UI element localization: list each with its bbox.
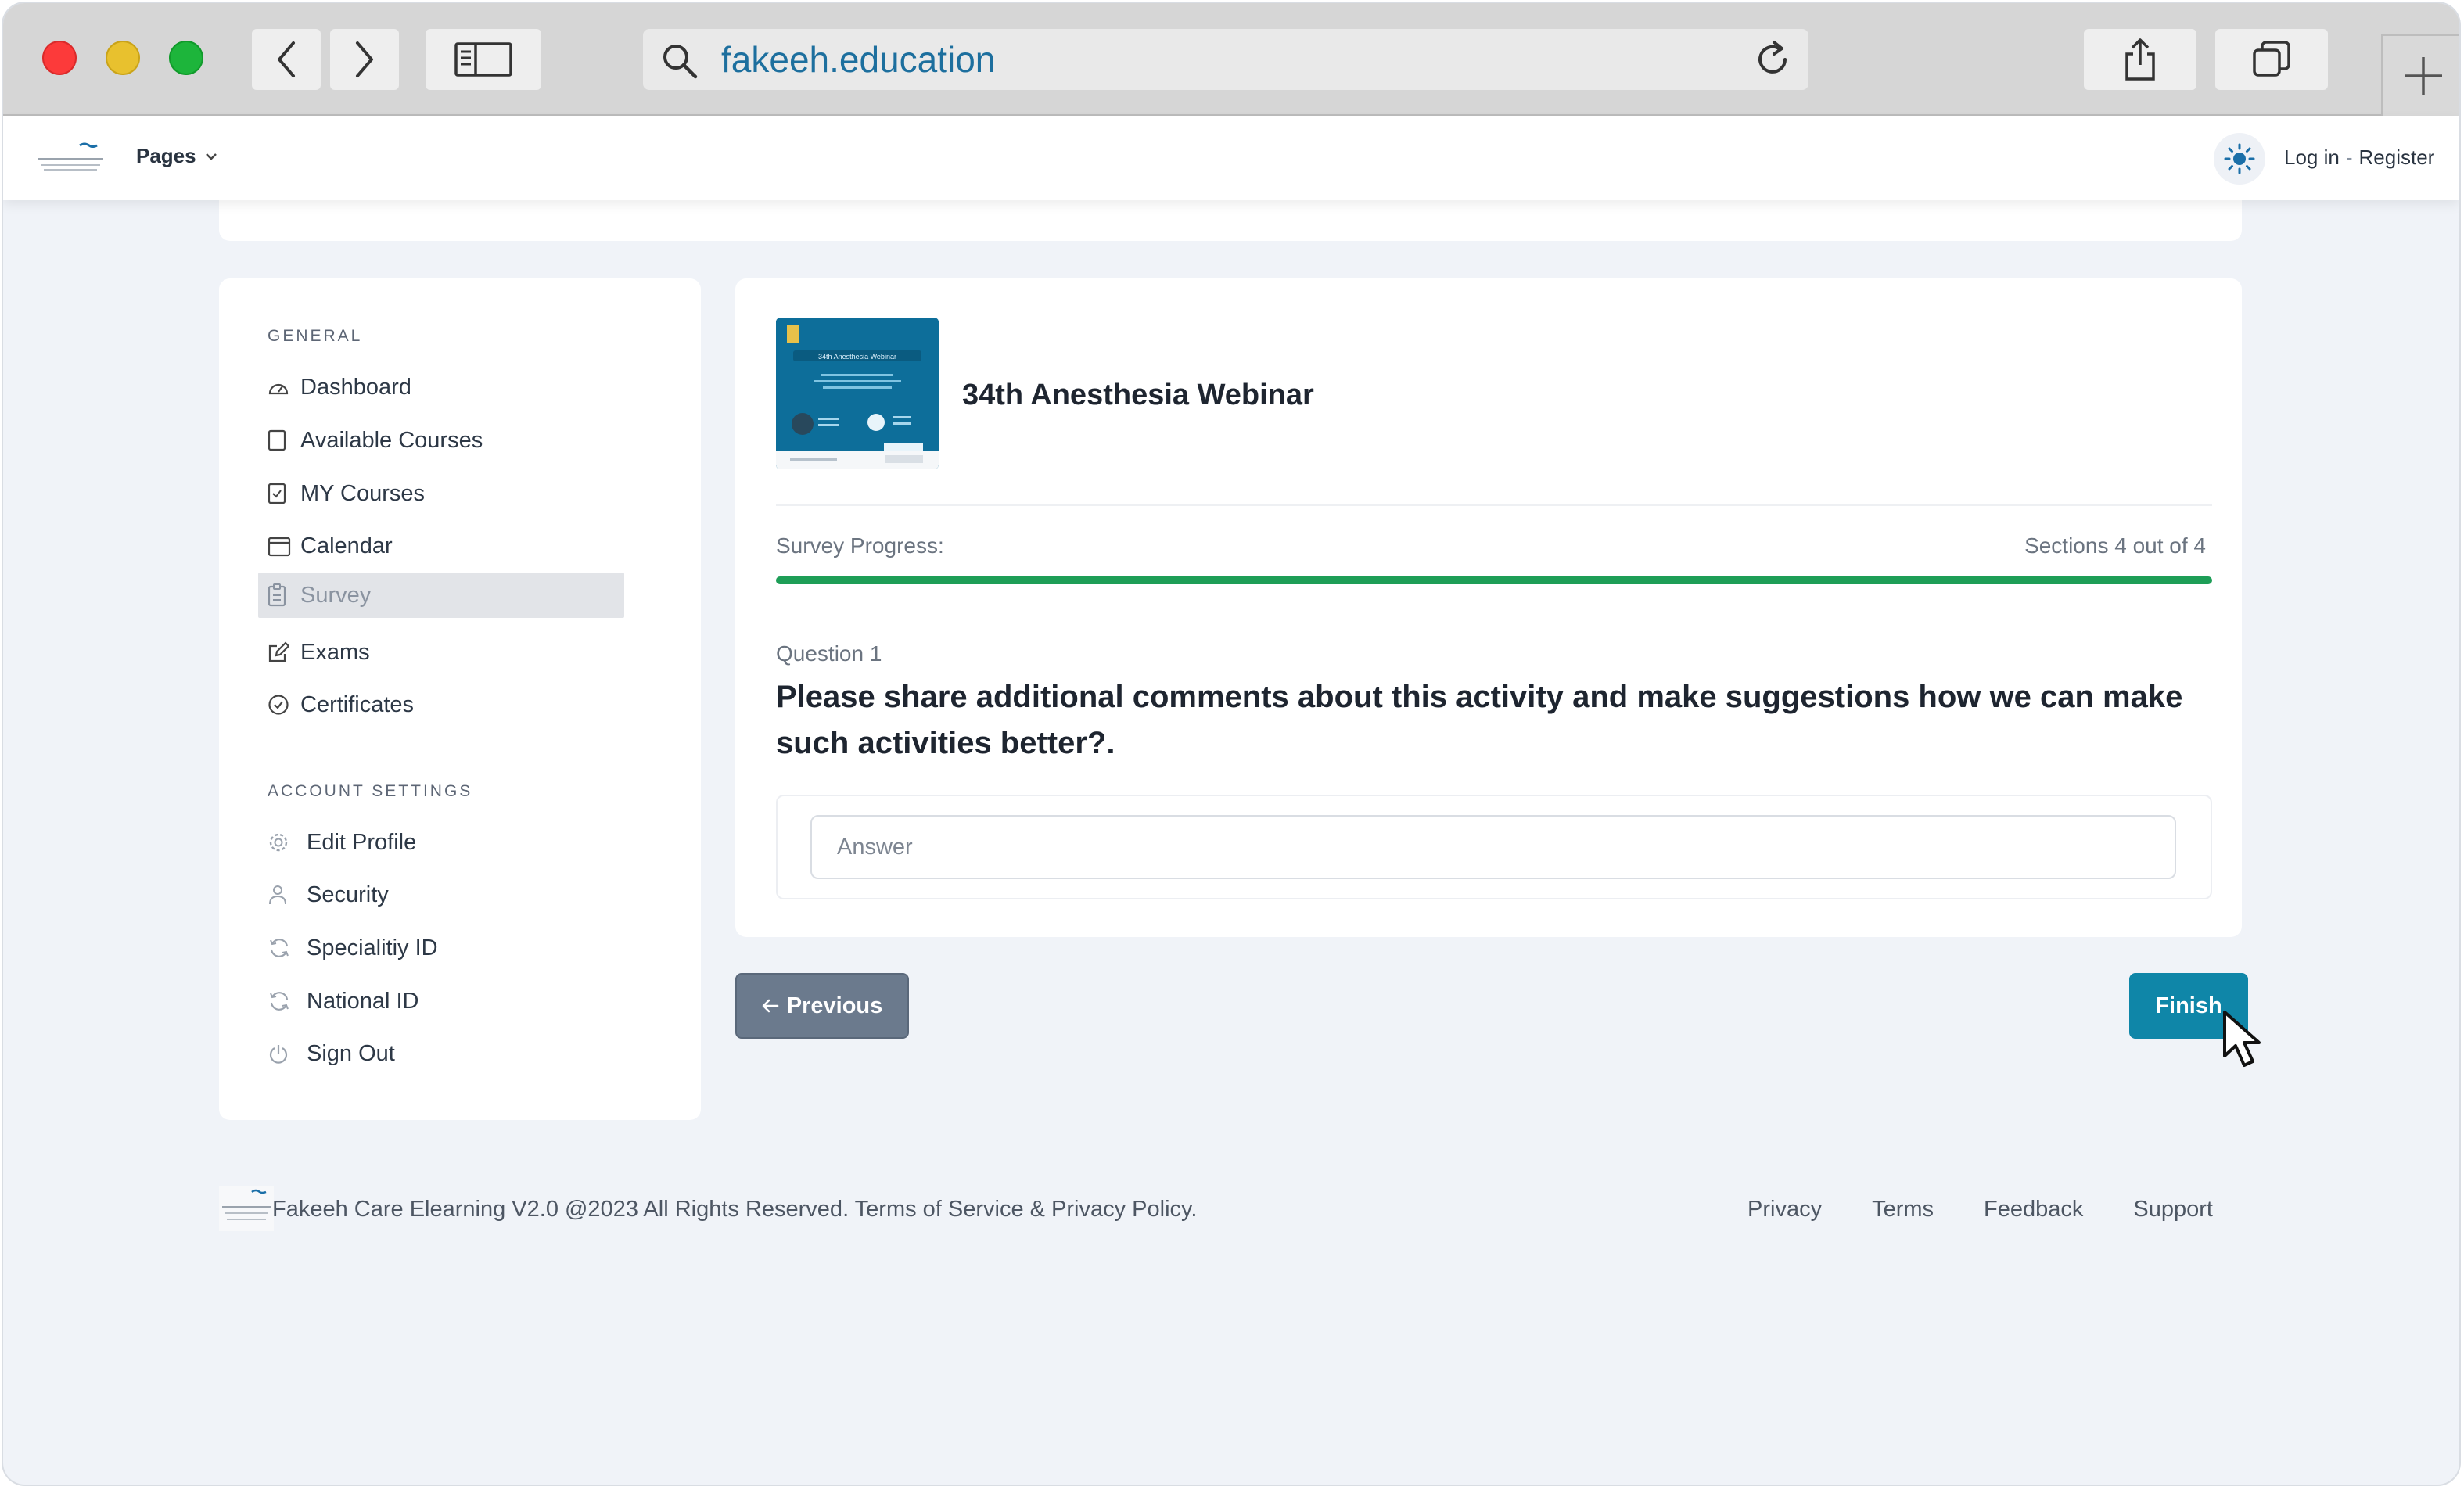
plus-icon <box>2405 57 2442 95</box>
minimize-window-button[interactable] <box>106 41 140 75</box>
footer-link-support[interactable]: Support <box>2133 1197 2213 1223</box>
sidebar-item-label: Certificates <box>300 691 415 717</box>
dashboard-icon <box>268 383 289 395</box>
footer-link-terms[interactable]: Terms <box>1872 1197 1934 1223</box>
refresh-icon <box>270 939 289 957</box>
divider <box>776 504 2212 506</box>
question-number: Question 1 <box>776 641 882 666</box>
survey-progress-fill <box>776 576 2212 584</box>
sun-icon <box>2224 143 2255 174</box>
sidebar: GENERAL Dashboard Available Courses MY C… <box>219 278 701 1120</box>
answer-input[interactable] <box>810 815 2176 879</box>
sidebar-item-edit-profile[interactable]: Edit Profile <box>258 820 624 865</box>
power-icon <box>269 1045 288 1064</box>
calendar-icon <box>268 537 291 557</box>
reload-icon[interactable] <box>1752 39 1793 80</box>
theme-toggle-button[interactable] <box>2214 133 2265 185</box>
sidebar-item-label: Edit Profile <box>307 829 417 855</box>
course-thumbnail[interactable]: 34th Anesthesia Webinar <box>776 318 939 469</box>
sidebar-item-sign-out[interactable]: Sign Out <box>258 1031 624 1076</box>
sidebar-item-exams[interactable]: Exams <box>258 630 624 675</box>
check-circle-icon <box>268 695 289 715</box>
share-button[interactable] <box>2084 29 2196 90</box>
tabs-icon <box>2253 41 2290 77</box>
sidebar-item-label: Dashboard <box>300 374 411 400</box>
sidebar-item-survey[interactable]: Survey <box>258 573 624 618</box>
share-icon <box>2125 38 2155 81</box>
footer-link-privacy[interactable]: Privacy <box>1747 1197 1822 1223</box>
finish-button-label: Finish <box>2155 993 2222 1018</box>
chevron-right-icon <box>356 41 373 77</box>
mouse-cursor-icon <box>2223 1011 2261 1067</box>
sidebar-item-national-id[interactable]: National ID <box>258 978 624 1024</box>
survey-progress-bar <box>776 576 2212 584</box>
pages-menu[interactable]: Pages <box>136 144 218 168</box>
sidebar-item-calendar[interactable]: Calendar <box>258 523 624 569</box>
fakeeh-logo[interactable] <box>34 141 106 180</box>
edit-icon <box>268 641 289 662</box>
sidebar-item-label: Available Courses <box>300 427 483 453</box>
sidebar-item-label: National ID <box>307 988 419 1014</box>
survey-card: 34th Anesthesia Webinar 34th Anesthesia … <box>735 278 2242 937</box>
chevron-down-icon <box>205 153 217 160</box>
login-link[interactable]: Log in <box>2284 145 2340 169</box>
webinar-poster-image: 34th Anesthesia Webinar <box>776 318 939 469</box>
sidebar-toggle-button[interactable] <box>426 29 541 90</box>
course-title: 34th Anesthesia Webinar <box>962 379 1314 411</box>
footer-logo <box>219 1186 274 1231</box>
sidebar-item-label: Sign Out <box>307 1040 395 1066</box>
survey-progress-label: Survey Progress: <box>776 533 944 558</box>
close-window-button[interactable] <box>42 41 77 75</box>
clipboard-icon <box>268 583 286 607</box>
register-link[interactable]: Register <box>2359 145 2435 169</box>
url-text: fakeeh.education <box>721 39 996 80</box>
previous-button[interactable]: Previous <box>735 973 909 1039</box>
checkbox-icon <box>268 483 286 504</box>
sidebar-item-label: Survey <box>300 582 372 608</box>
browser-toolbar: fakeeh.education <box>3 3 2459 116</box>
new-tab-button[interactable] <box>2381 34 2459 116</box>
sidebar-item-label: MY Courses <box>300 480 426 506</box>
question-text: Please share additional comments about t… <box>776 680 2183 760</box>
sidebar-item-certificates[interactable]: Certificates <box>258 682 624 727</box>
forward-button[interactable] <box>330 29 399 90</box>
refresh-icon <box>270 992 289 1011</box>
tabs-overview-button[interactable] <box>2215 29 2328 90</box>
sidebar-item-dashboard[interactable]: Dashboard <box>258 364 624 410</box>
footer-link-feedback[interactable]: Feedback <box>1984 1197 2083 1223</box>
general-heading: GENERAL <box>268 327 363 345</box>
account-settings-heading: ACCOUNT SETTINGS <box>268 782 473 800</box>
arrow-left-icon <box>762 999 779 1013</box>
sidebar-icon <box>454 42 512 77</box>
square-icon <box>268 429 286 451</box>
sidebar-item-speciality-id[interactable]: Specialitiy ID <box>258 925 624 971</box>
sidebar-item-my-courses[interactable]: MY Courses <box>258 471 624 516</box>
previous-button-label: Previous <box>786 993 883 1018</box>
sidebar-item-label: Specialitiy ID <box>307 935 438 960</box>
sidebar-item-label: Calendar <box>300 533 393 558</box>
sidebar-item-security[interactable]: Security <box>258 872 624 917</box>
sidebar-item-available-courses[interactable]: Available Courses <box>258 418 624 463</box>
auth-links: Log in - Register <box>2284 145 2434 170</box>
search-icon <box>663 45 698 79</box>
auth-separator: - <box>2345 145 2353 169</box>
maximize-window-button[interactable] <box>169 41 203 75</box>
gear-icon <box>269 833 288 852</box>
browser-window: fakeeh.education Pages Log in - Register… <box>3 3 2459 1485</box>
address-bar[interactable]: fakeeh.education <box>643 29 1808 90</box>
pages-menu-label: Pages <box>136 144 196 167</box>
footer-links: Privacy Terms Feedback Support <box>1747 1197 2213 1223</box>
back-button[interactable] <box>252 29 321 90</box>
sidebar-item-label: Security <box>307 881 389 907</box>
answer-container <box>776 795 2212 899</box>
survey-progress-count: Sections 4 out of 4 <box>2024 533 2206 558</box>
footer-copyright: Fakeeh Care Elearning V2.0 @2023 All Rig… <box>272 1197 1198 1222</box>
site-header: Pages Log in - Register <box>3 116 2459 200</box>
sidebar-item-label: Exams <box>300 639 370 665</box>
user-icon <box>269 885 286 905</box>
chevron-left-icon <box>278 41 295 77</box>
thumbnail-title: 34th Anesthesia Webinar <box>818 353 896 361</box>
